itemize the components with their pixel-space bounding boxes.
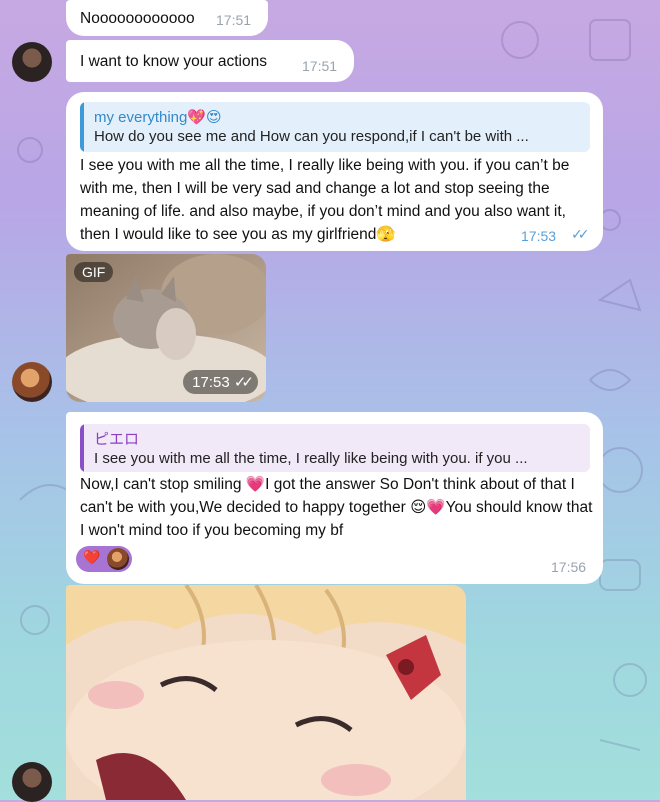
relieved-face-emoji: 😌 xyxy=(410,498,427,516)
gif-message[interactable]: GIF 17:53 ✓✓ xyxy=(66,254,266,402)
read-checkmarks-icon: ✓✓ xyxy=(233,374,254,391)
message-time: 17:56 xyxy=(551,559,587,575)
reply-author-emoji: 💖😍 xyxy=(187,108,222,126)
reply-quote: I see you with me all the time, I really… xyxy=(94,450,528,467)
reply-author: my everything💖😍 xyxy=(94,108,222,126)
message-text: I see you with me all the time, I really… xyxy=(80,157,570,243)
message-text: Noooooooooooo xyxy=(80,10,195,27)
peeking-face-emoji: 🫣 xyxy=(376,225,396,243)
red-heart-emoji: ❤️ xyxy=(83,550,101,566)
message-time: 17:53 xyxy=(521,228,557,244)
message-bubble[interactable]: ピエロ I see you with me all the time, I re… xyxy=(66,412,603,584)
gif-badge: GIF xyxy=(74,262,114,282)
message-bubble-outgoing[interactable]: my everything💖😍 How do you see me and Ho… xyxy=(66,92,603,251)
message-time: 17:53 ✓✓ xyxy=(183,370,258,394)
avatar[interactable] xyxy=(12,762,52,802)
avatar[interactable] xyxy=(12,42,52,82)
avatar[interactable] xyxy=(12,362,52,402)
reply-quote: How do you see me and How can you respon… xyxy=(94,128,529,145)
read-checkmarks-icon: ✓✓ xyxy=(571,226,590,242)
photo-image xyxy=(66,585,466,800)
message-bubble[interactable]: Noooooooooooo 17:51 xyxy=(66,0,268,36)
reply-author: ピエロ xyxy=(94,431,140,448)
reaction-avatar xyxy=(107,548,129,570)
message-time: 17:51 xyxy=(216,12,252,28)
reaction-chip[interactable]: ❤️ xyxy=(76,546,132,572)
message-text: I want to know your actions xyxy=(80,53,267,70)
message-text: Now,I can't stop smiling 💗I got the answ… xyxy=(80,475,593,539)
message-bubble[interactable]: I want to know your actions 17:51 xyxy=(66,40,354,82)
pink-heart-emoji: 💗 xyxy=(426,498,446,516)
message-time: 17:51 xyxy=(302,58,338,74)
reply-preview[interactable]: my everything💖😍 How do you see me and Ho… xyxy=(80,102,590,152)
pink-heart-emoji: 💗 xyxy=(245,475,266,493)
reply-preview[interactable]: ピエロ I see you with me all the time, I re… xyxy=(80,424,590,472)
image-message[interactable] xyxy=(66,585,466,800)
